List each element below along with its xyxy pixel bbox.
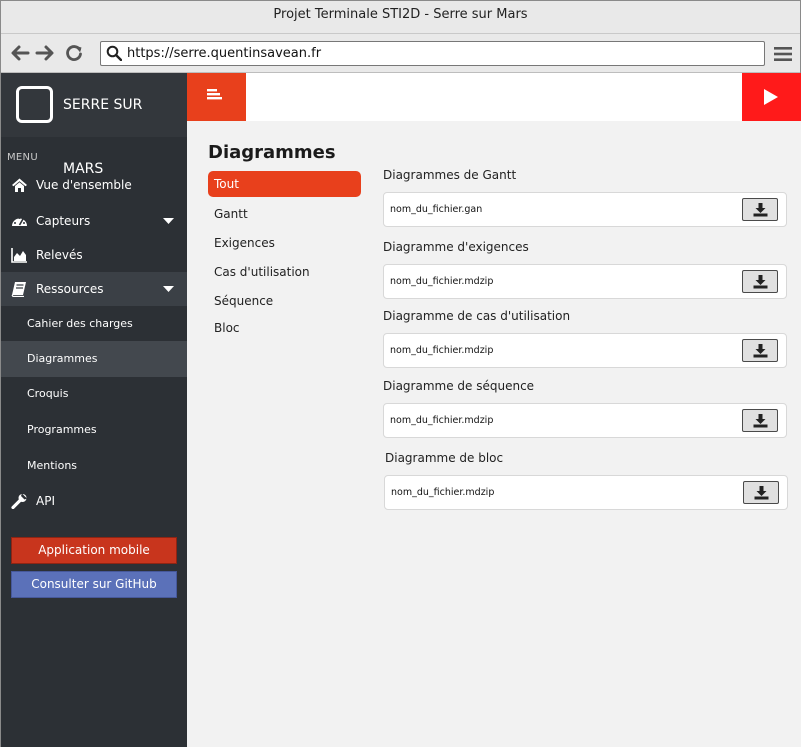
wrench-icon: [11, 493, 27, 509]
brand-logo: [16, 86, 53, 123]
download-button[interactable]: [742, 270, 778, 293]
sidebar-subitem-specifications[interactable]: Cahier des charges: [1, 306, 187, 342]
chevron-down-icon: [163, 286, 174, 292]
filter-tab-requirements[interactable]: Exigences: [208, 230, 361, 256]
window-titlebar: Projet Terminale STI2D - Serre sur Mars: [1, 1, 800, 34]
download-icon: [753, 414, 768, 428]
sidebar-subitem-programs[interactable]: Programmes: [1, 412, 187, 448]
filter-tab-label: Gantt: [214, 207, 248, 221]
download-icon: [753, 275, 768, 289]
sidebar-item-label: API: [36, 494, 55, 508]
filter-tab-all[interactable]: Tout: [208, 171, 361, 197]
section-title: Diagramme de cas d'utilisation: [383, 309, 571, 323]
download-icon: [754, 486, 769, 500]
sidebar-item-overview[interactable]: Vue d'ensemble: [1, 168, 187, 202]
home-icon: [12, 178, 27, 192]
filter-tab-label: Cas d'utilisation: [214, 265, 310, 279]
file-name: nom_du_fichier.mdzip: [391, 487, 495, 498]
download-button[interactable]: [742, 339, 778, 362]
address-bar[interactable]: https://serre.quentinsavean.fr: [100, 41, 765, 66]
file-row: nom_du_fichier.gan: [383, 192, 787, 227]
area-chart-icon: [11, 248, 27, 263]
sidebar-subitem-mentions[interactable]: Mentions: [1, 448, 187, 484]
dashboard-icon: [12, 217, 27, 226]
filter-tab-sequence[interactable]: Séquence: [208, 288, 361, 314]
filter-tab-gantt[interactable]: Gantt: [208, 201, 361, 227]
filter-tab-block[interactable]: Bloc: [208, 315, 361, 341]
chevron-down-icon: [163, 218, 174, 224]
sidebar-subitem-diagrams[interactable]: Diagrammes: [1, 341, 187, 377]
main-content: Diagrammes Tout Gantt Exigences Cas d'ut…: [187, 121, 801, 747]
brand[interactable]: SERRE SUR MARS: [1, 73, 187, 177]
sidebar-subitem-label: Programmes: [27, 423, 97, 436]
sidebar-item-label: Capteurs: [36, 214, 91, 228]
menu-label: MENU: [7, 152, 38, 163]
reload-icon[interactable]: [64, 43, 84, 63]
book-icon: [11, 282, 26, 297]
download-button[interactable]: [743, 481, 779, 504]
play-button[interactable]: [742, 73, 801, 121]
window-title: Projet Terminale STI2D - Serre sur Mars: [273, 7, 528, 22]
filter-tab-label: Exigences: [214, 236, 275, 250]
sidebar-item-resources[interactable]: Ressources: [1, 272, 187, 306]
file-row: nom_du_fichier.mdzip: [384, 475, 788, 510]
back-arrow-icon[interactable]: [10, 43, 30, 63]
mobile-app-button[interactable]: Application mobile: [11, 537, 177, 564]
sidebar-subitem-label: Diagrammes: [27, 352, 98, 365]
file-name: nom_du_fichier.mdzip: [390, 276, 494, 287]
download-button[interactable]: [742, 198, 778, 221]
filter-tab-label: Bloc: [214, 321, 240, 335]
download-icon: [753, 203, 768, 217]
file-name: nom_du_fichier.mdzip: [390, 345, 494, 356]
section-title: Diagrammes de Gantt: [383, 168, 517, 182]
browser-window: Projet Terminale STI2D - Serre sur Mars …: [0, 0, 801, 747]
section-title: Diagramme de bloc: [385, 451, 504, 465]
sidebar-item-api[interactable]: API: [1, 484, 187, 518]
sidebar-subitem-label: Cahier des charges: [27, 317, 133, 330]
hamburger-icon: [207, 89, 222, 100]
file-name: nom_du_fichier.mdzip: [390, 415, 494, 426]
sidebar-subitem-sketches[interactable]: Croquis: [1, 376, 187, 412]
forward-arrow-icon[interactable]: [35, 43, 55, 63]
sidebar-item-label: Vue d'ensemble: [36, 178, 132, 192]
sidebar-item-sensors[interactable]: Capteurs: [1, 204, 187, 238]
file-name: nom_du_fichier.gan: [390, 204, 483, 215]
filter-tab-use-cases[interactable]: Cas d'utilisation: [208, 259, 361, 285]
file-row: nom_du_fichier.mdzip: [383, 403, 787, 438]
sidebar: SERRE SUR MARS MENU Vue d'ensemble Capte…: [1, 73, 187, 747]
file-row: nom_du_fichier.mdzip: [383, 264, 787, 299]
download-button[interactable]: [742, 409, 778, 432]
browser-toolbar: https://serre.quentinsavean.fr: [1, 34, 800, 73]
browser-menu-icon[interactable]: [774, 46, 792, 62]
sidebar-toggle-button[interactable]: [187, 73, 246, 121]
sidebar-subitem-label: Mentions: [27, 459, 78, 472]
sidebar-subitem-label: Croquis: [27, 387, 69, 400]
top-bar: [187, 73, 801, 121]
file-row: nom_du_fichier.mdzip: [383, 333, 787, 368]
github-button[interactable]: Consulter sur GitHub: [11, 571, 177, 598]
sidebar-item-label: Relevés: [36, 248, 83, 262]
search-icon: [106, 45, 122, 61]
section-title: Diagramme d'exigences: [383, 240, 529, 254]
page-title: Diagrammes: [208, 142, 336, 163]
filter-tab-label: Tout: [214, 177, 239, 191]
url-text: https://serre.quentinsavean.fr: [127, 46, 322, 61]
download-icon: [753, 344, 768, 358]
play-icon: [764, 89, 778, 105]
filter-tab-label: Séquence: [214, 294, 274, 308]
section-title: Diagramme de séquence: [383, 379, 535, 393]
sidebar-item-label: Ressources: [36, 282, 104, 296]
sidebar-item-readings[interactable]: Relevés: [1, 238, 187, 272]
